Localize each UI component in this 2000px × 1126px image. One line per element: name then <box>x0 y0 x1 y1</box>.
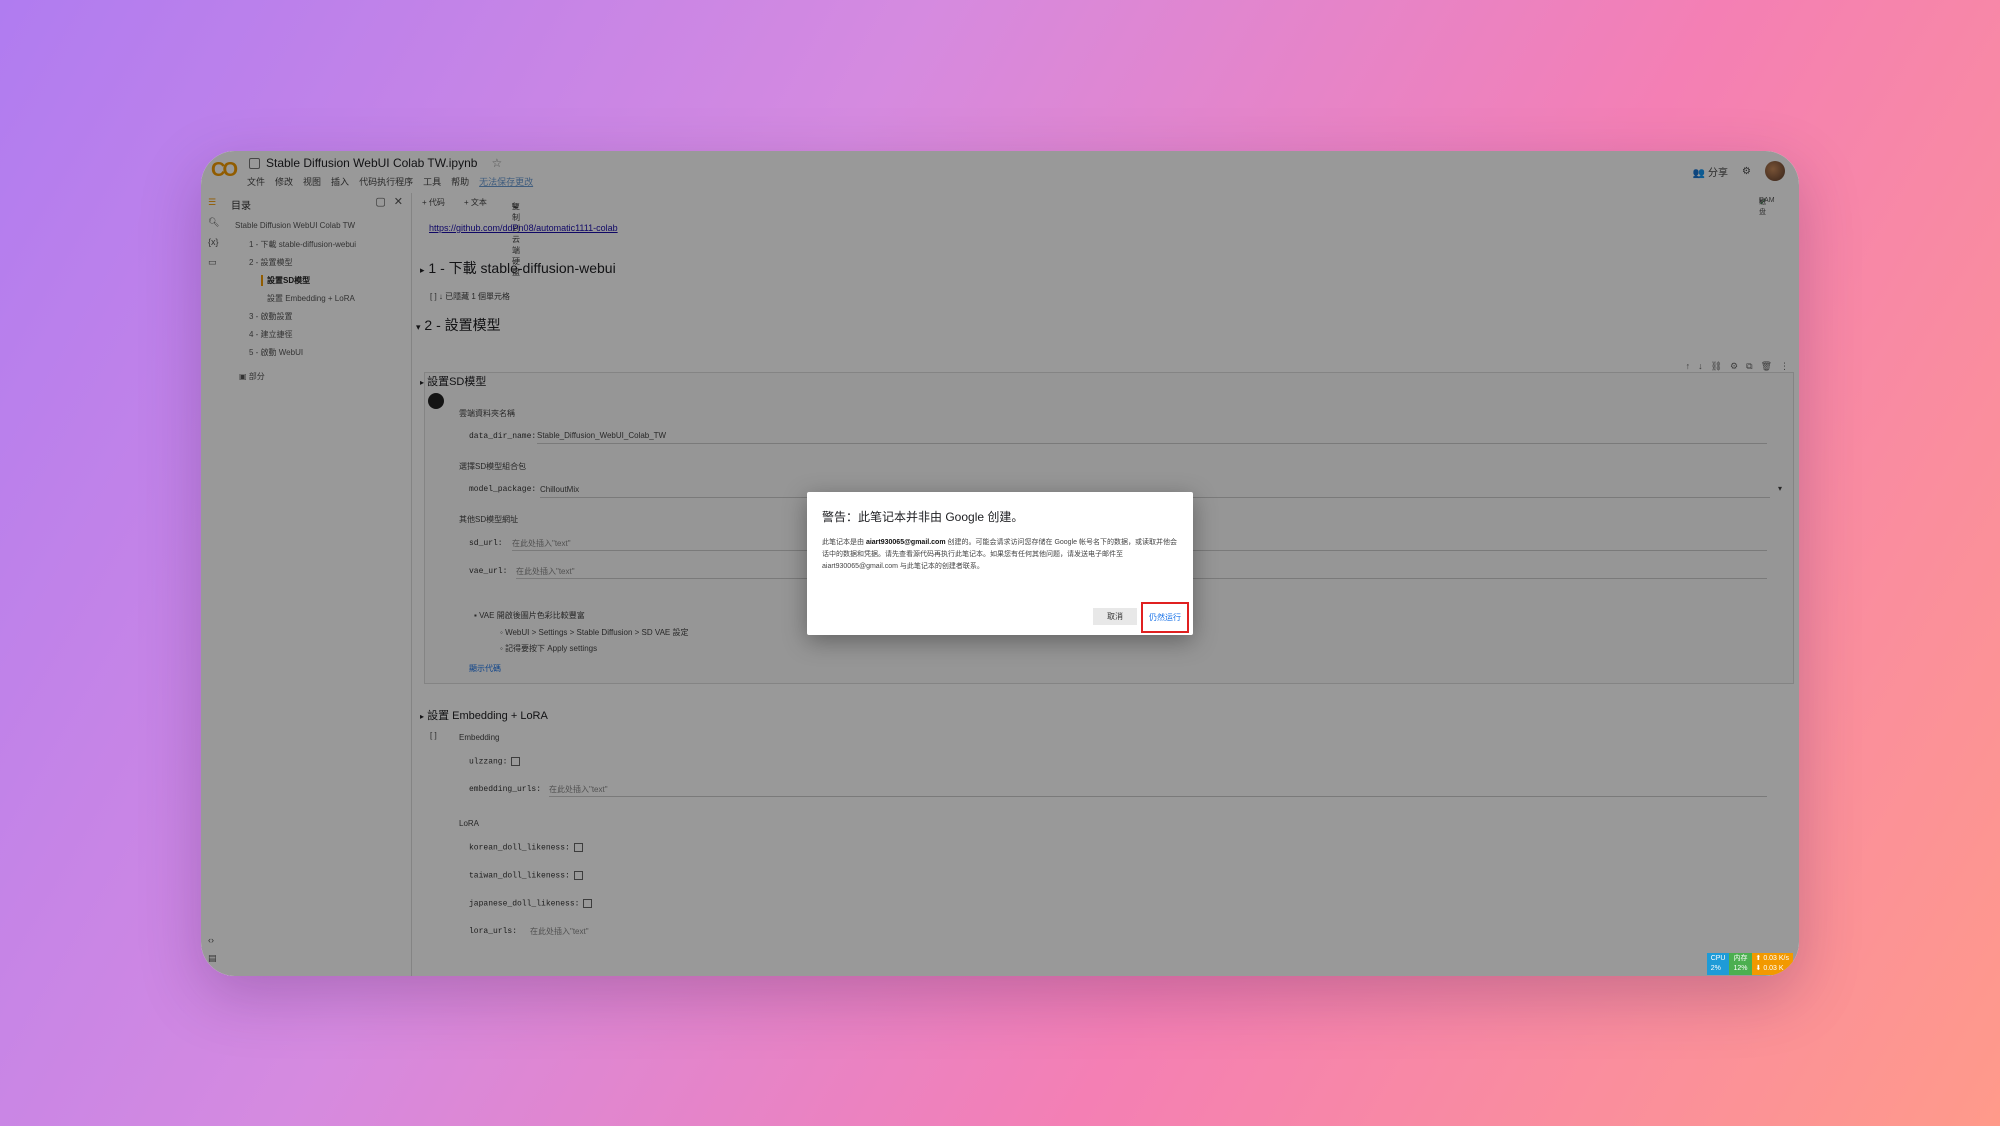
system-stats-widget: CPU 2% 内存 12% ⬆ 0.03 K/s ⬇ 0.03 K <box>1706 953 1793 975</box>
dialog-body-pre: 此笔记本是由 <box>822 539 864 546</box>
memory-label: 内存 <box>1733 955 1748 962</box>
upload-value: 0.03 K/s <box>1763 955 1789 962</box>
dialog-body: 此笔记本是由 aiart930065@gmail.com 创建的。可能会请求访问… <box>822 537 1178 573</box>
cpu-stat: CPU 2% <box>1706 953 1730 975</box>
dialog-email: aiart930065@gmail.com <box>865 539 946 546</box>
memory-stat: 内存 12% <box>1729 953 1752 975</box>
download-value: 0.03 K <box>1763 965 1784 972</box>
warning-dialog: 警告：此笔记本并非由 Google 创建。 此笔记本是由 aiart930065… <box>807 492 1193 635</box>
cancel-button[interactable]: 取消 <box>1093 608 1137 625</box>
network-stat: ⬆ 0.03 K/s ⬇ 0.03 K <box>1751 953 1793 975</box>
run-anyway-button[interactable]: 仍然运行 <box>1141 602 1189 633</box>
cpu-label: CPU <box>1710 955 1726 962</box>
cpu-value: 2% <box>1710 965 1721 972</box>
memory-value: 12% <box>1733 965 1748 972</box>
dialog-title: 警告：此笔记本并非由 Google 创建。 <box>822 510 1024 524</box>
